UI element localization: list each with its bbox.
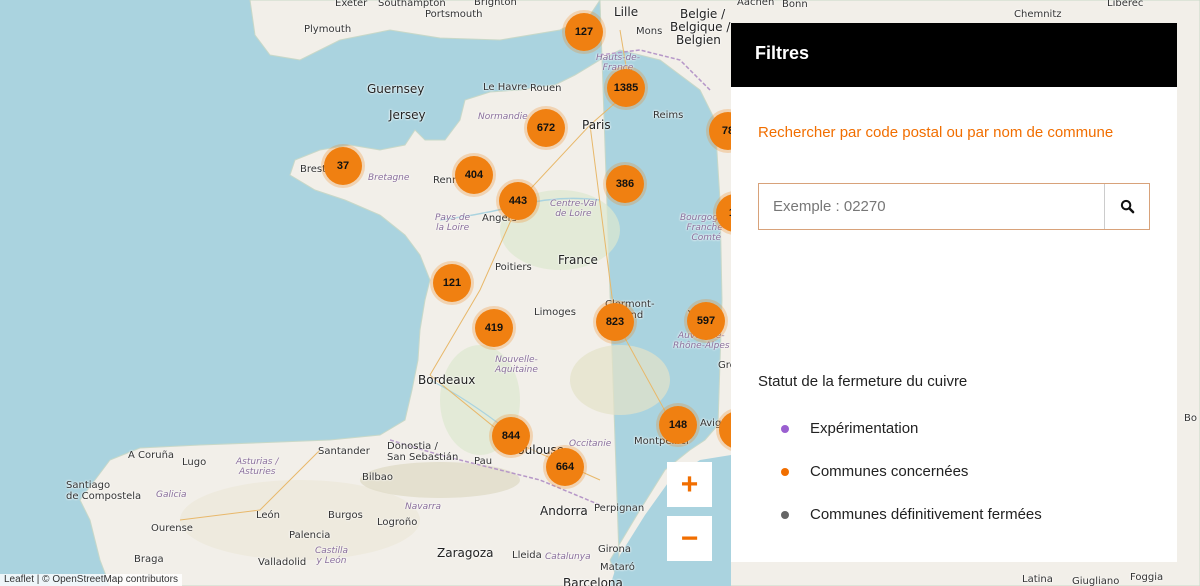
legend-dot: [781, 424, 789, 433]
marker-cluster[interactable]: 823: [596, 303, 634, 341]
marker-cluster[interactable]: 404: [455, 156, 493, 194]
place-label: Lleida: [512, 550, 542, 561]
marker-cluster[interactable]: 127: [565, 13, 603, 51]
place-label: Valladolid: [258, 557, 307, 568]
marker-cluster[interactable]: 121: [433, 264, 471, 302]
place-label: Rouen: [530, 83, 562, 94]
place-label: Normandie: [478, 112, 528, 122]
place-label: Bretagne: [368, 173, 410, 183]
place-label: Catalunya: [545, 552, 591, 562]
place-label: Donostia / San Sebastián: [387, 441, 459, 463]
zoom-in-button[interactable]: +: [667, 462, 712, 507]
place-label: Paris: [582, 118, 611, 132]
place-label: Poitiers: [495, 262, 532, 273]
legend-item-communes-fermees[interactable]: Communes définitivement fermées: [781, 506, 1042, 523]
place-label: Lugo: [182, 457, 207, 468]
place-label: Southampton: [378, 0, 446, 9]
place-label: Portsmouth: [425, 9, 483, 20]
place-label: Braga: [134, 554, 164, 565]
legend-dot: [781, 467, 789, 476]
place-label: France: [558, 253, 598, 267]
place-label: Belgie /: [680, 7, 726, 21]
marker-cluster[interactable]: 1385: [607, 69, 645, 107]
place-label: Aachen: [737, 0, 775, 8]
place-label: Foggia: [1130, 572, 1164, 583]
marker-cluster[interactable]: 419: [475, 309, 513, 347]
place-label: Santander: [318, 446, 370, 457]
legend-item-communes-concernees[interactable]: Communes concernées: [781, 463, 968, 480]
search-label: Rechercher par code postal ou par nom de…: [758, 124, 1114, 141]
place-label: Brest: [300, 164, 327, 175]
place-label: Plymouth: [304, 24, 352, 35]
zoom-out-button[interactable]: −: [667, 516, 712, 561]
place-label: Centre-Val de Loire: [550, 199, 597, 219]
legend-label: Communes définitivement fermées: [810, 506, 1042, 523]
marker-cluster[interactable]: 386: [606, 165, 644, 203]
legend-label: Expérimentation: [810, 420, 919, 437]
place-label: Andorra: [540, 504, 588, 518]
place-label: Girona: [598, 544, 632, 555]
place-label: Exeter: [335, 0, 368, 9]
place-label: Belgien: [676, 33, 721, 47]
place-label: Burgos: [328, 510, 363, 521]
place-label: Mons: [636, 26, 663, 37]
place-label: Limoges: [534, 307, 576, 318]
place-label: Reims: [653, 110, 684, 121]
marker-cluster[interactable]: 148: [659, 406, 697, 444]
place-label: Bilbao: [362, 472, 394, 483]
marker-cluster[interactable]: 664: [546, 448, 584, 486]
place-label: Belgique /: [670, 20, 731, 34]
place-label: Guernsey: [367, 82, 425, 96]
place-label: Chemnitz: [1014, 9, 1062, 20]
search-button[interactable]: [1104, 184, 1149, 229]
place-label: Bonn: [782, 0, 808, 10]
legend-dot: [781, 510, 789, 519]
marker-cluster[interactable]: 443: [499, 182, 537, 220]
place-label: Pau: [474, 456, 493, 467]
place-label: A Coruña: [128, 450, 175, 461]
place-label: Le Havre: [483, 82, 528, 93]
place-label: Logroño: [377, 517, 418, 528]
marker-cluster[interactable]: 597: [687, 302, 725, 340]
place-label: Nouvelle- Aquitaine: [495, 355, 538, 375]
place-label: Pays de la Loire: [435, 213, 471, 233]
place-label: Giugliano: [1072, 576, 1120, 586]
place-label: Lille: [614, 5, 639, 19]
place-label: Bordeaux: [418, 373, 476, 387]
search-icon: [1120, 199, 1134, 214]
place-label: Castilla y León: [315, 546, 349, 566]
place-label: Bo: [1184, 413, 1197, 424]
place-label: Santiago de Compostela: [66, 480, 142, 502]
marker-cluster[interactable]: 672: [527, 109, 565, 147]
search-input[interactable]: [759, 184, 1104, 229]
place-label: Navarra: [405, 502, 442, 512]
legend-item-experimentation[interactable]: Expérimentation: [781, 420, 918, 437]
map-attribution[interactable]: Leaflet | © OpenStreetMap contributors: [0, 574, 182, 586]
legend-label: Communes concernées: [810, 463, 969, 480]
place-label: Latina: [1022, 574, 1053, 585]
status-title: Statut de la fermeture du cuivre: [758, 373, 968, 390]
search-box: [758, 183, 1150, 230]
place-label: Galicia: [156, 490, 187, 500]
place-label: Asturias / Asturies: [236, 457, 279, 477]
place-label: Jersey: [389, 108, 426, 122]
place-label: Mataró: [600, 562, 635, 573]
filters-panel: Filtres Rechercher par code postal ou pa…: [731, 23, 1177, 562]
place-label: Occitanie: [569, 439, 612, 449]
marker-cluster[interactable]: 844: [492, 417, 530, 455]
place-label: Barcelona: [563, 576, 623, 586]
panel-title: Filtres: [731, 23, 1177, 87]
place-label: Liberec: [1107, 0, 1144, 9]
marker-cluster[interactable]: 37: [324, 147, 362, 185]
place-label: Brighton: [474, 0, 517, 8]
place-label: Palencia: [289, 530, 331, 541]
place-label: Ourense: [151, 523, 193, 534]
place-label: León: [256, 510, 281, 521]
place-label: Zaragoza: [437, 546, 494, 560]
place-label: Perpignan: [594, 503, 645, 514]
